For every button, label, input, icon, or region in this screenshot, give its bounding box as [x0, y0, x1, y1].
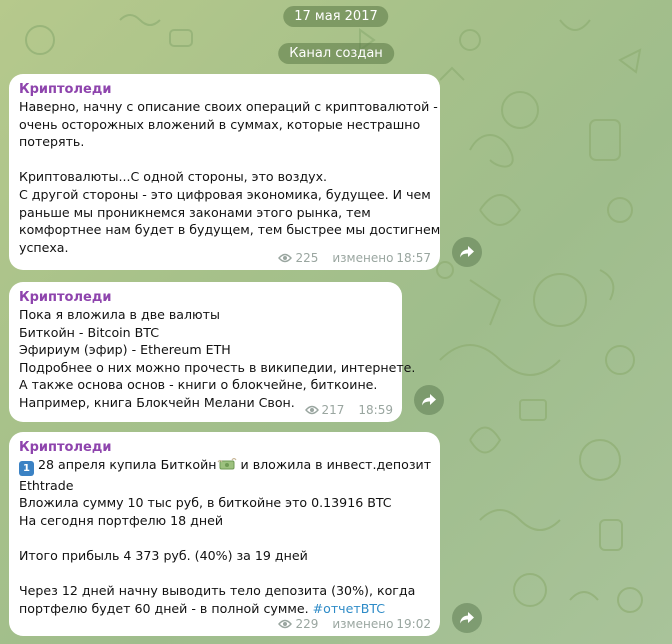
eye-icon: [304, 405, 319, 415]
message-bubble[interactable]: Криптоледи Пока я вложила в две валюты Б…: [9, 282, 416, 422]
message-bubble[interactable]: Криптоледи Наверно, начну с описание сво…: [9, 74, 440, 270]
message-meta: 225 изменено 18:57: [278, 251, 431, 265]
message-text-line: [19, 151, 428, 169]
message-text-line: А также основа основ - книги о блокчейне…: [19, 377, 378, 393]
keycap-one-emoji: 1: [19, 461, 34, 476]
forward-button[interactable]: [414, 385, 444, 415]
message-sender[interactable]: Криптоледи: [19, 290, 390, 305]
message-text-line: [19, 565, 428, 583]
message-text-line: потерять.: [19, 134, 85, 150]
message-text-segment: и вложила в инвест.депозит: [236, 457, 432, 472]
view-count: 225: [295, 251, 319, 265]
message-time: 18:59: [358, 403, 393, 417]
message-text-segment: 28 апреля купила Биткойн: [38, 457, 217, 472]
message-text-line: Итого прибыль 4 373 руб. (40%) за 19 дне…: [19, 547, 308, 563]
message-time: 19:02: [396, 617, 431, 631]
message-sender[interactable]: Криптоледи: [19, 440, 428, 455]
message-text-line: Наверно, начну с описание своих операций…: [19, 99, 438, 114]
message-text-line: Эфириум (эфир) - Ethereum ETH: [19, 342, 231, 358]
message-text-line: комфортнее нам будет в будущем, тем быст…: [19, 222, 441, 238]
message-text-line: Вложила сумму 10 тыс руб, в биткойне это…: [19, 495, 392, 511]
eye-icon: [278, 253, 293, 263]
message-text-line: Биткойн - Bitcoin BTC: [19, 324, 160, 340]
message-meta: 217 18:59: [304, 403, 393, 417]
edited-label: изменено: [332, 251, 394, 265]
message-time: 18:57: [396, 251, 431, 265]
share-arrow-icon: [422, 394, 436, 406]
message-text-line: раньше мы проникнемся законами этого рын…: [19, 204, 371, 220]
message-text-line: С другой стороны - это цифровая экономик…: [19, 186, 431, 202]
view-count: 217: [321, 403, 345, 417]
message-meta: 229 изменено 19:02: [278, 617, 431, 631]
eye-icon: [278, 619, 293, 629]
message-text-line: Подробнее о них можно прочесть в википед…: [19, 359, 416, 375]
message-text-line: [19, 529, 428, 547]
message-text-line: портфелю будет 60 дней - в полной сумме.…: [19, 600, 428, 618]
message-sender[interactable]: Криптоледи: [19, 82, 428, 97]
hashtag-link[interactable]: #отчетBTC: [313, 601, 386, 616]
message-text-segment: портфелю будет 60 дней - в полной сумме.: [19, 600, 313, 616]
message-text-line: Ethtrade: [19, 477, 74, 493]
share-arrow-icon: [460, 612, 474, 624]
message-text-line: Пока я вложила в две валюты: [19, 307, 220, 322]
message-text-line: Через 12 дней начну выводить тело депози…: [19, 583, 416, 599]
message-text-line: Криптовалюты...С одной стороны, это возд…: [19, 169, 328, 185]
view-count: 229: [295, 617, 319, 631]
message-text-line: На сегодня портфелю 18 дней: [19, 512, 224, 528]
forward-button[interactable]: [452, 603, 482, 633]
share-arrow-icon: [460, 246, 474, 258]
channel-created-pill: Канал создан: [278, 43, 394, 64]
edited-label: изменено: [332, 617, 394, 631]
money-with-wings-emoji: [217, 457, 237, 477]
message-bubble[interactable]: Криптоледи 1 28 апреля купила Биткойн и …: [9, 432, 440, 636]
date-pill: 17 мая 2017: [283, 6, 389, 27]
message-text-line: очень осторожных вложений в суммах, кото…: [19, 116, 421, 132]
forward-button[interactable]: [452, 237, 482, 267]
message-text-line: 1 28 апреля купила Биткойн и вложила в и…: [19, 456, 431, 477]
